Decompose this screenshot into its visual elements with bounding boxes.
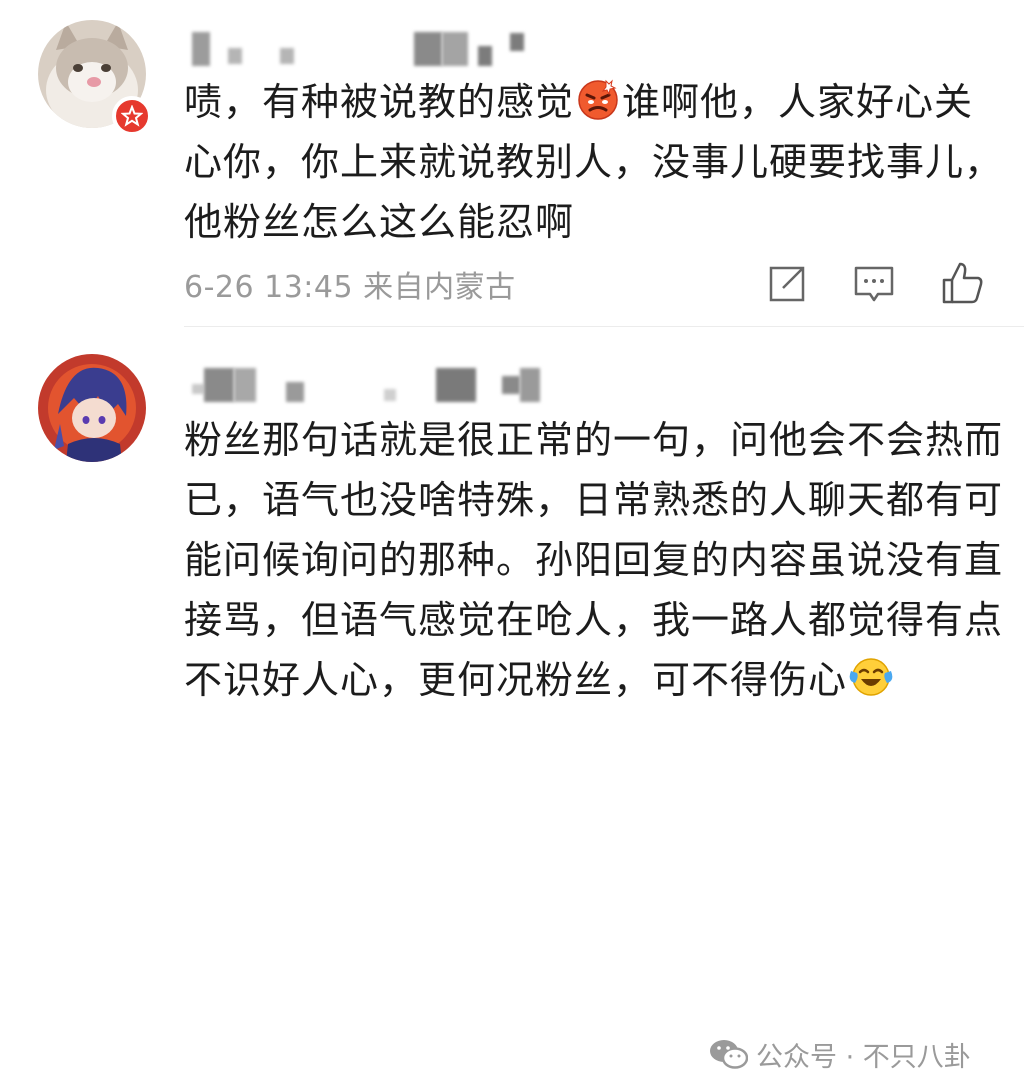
comment-item-2: 粉丝那句话就是很正常的一句，问他会不会热而已，语气也没啥特殊，日常熟悉的人聊天都… bbox=[0, 330, 1024, 1073]
angry-face-emoji-icon bbox=[578, 79, 618, 120]
comment-text: 粉丝那句话就是很正常的一句，问他会不会热而已，语气也没啥特殊，日常熟悉的人聊天都… bbox=[184, 410, 1004, 710]
like-icon[interactable] bbox=[940, 260, 984, 304]
verified-badge bbox=[112, 96, 152, 136]
watermark: 公众号 · 不只八卦 bbox=[708, 1032, 971, 1076]
comment-item-1: 啧，有种被说教的感觉 谁啊他，人家好心关心你，你上来就说教别人，没事儿硬要找事儿… bbox=[0, 0, 1024, 330]
watermark-text: 公众号 · 不只八卦 bbox=[756, 1041, 971, 1073]
comment-meta: 6-26 13:45 来自内蒙古 bbox=[184, 270, 516, 305]
username-redacted[interactable] bbox=[192, 32, 524, 66]
crying-laughing-emoji-icon bbox=[849, 658, 893, 696]
wechat-icon bbox=[710, 1040, 748, 1069]
comment-text-part-1: 啧，有种被说教的感觉 bbox=[184, 80, 575, 124]
avatar-anime[interactable] bbox=[38, 354, 146, 462]
share-icon[interactable] bbox=[765, 262, 809, 306]
comment-icon[interactable] bbox=[852, 262, 896, 306]
comment-text: 啧，有种被说教的感觉 谁啊他，人家好心关心你，你上来就说教别人，没事儿硬要找事儿… bbox=[184, 72, 1004, 252]
divider bbox=[184, 326, 1024, 327]
star-badge-icon bbox=[121, 105, 143, 127]
username-redacted[interactable] bbox=[192, 368, 540, 402]
anime-avatar-image bbox=[38, 354, 146, 462]
